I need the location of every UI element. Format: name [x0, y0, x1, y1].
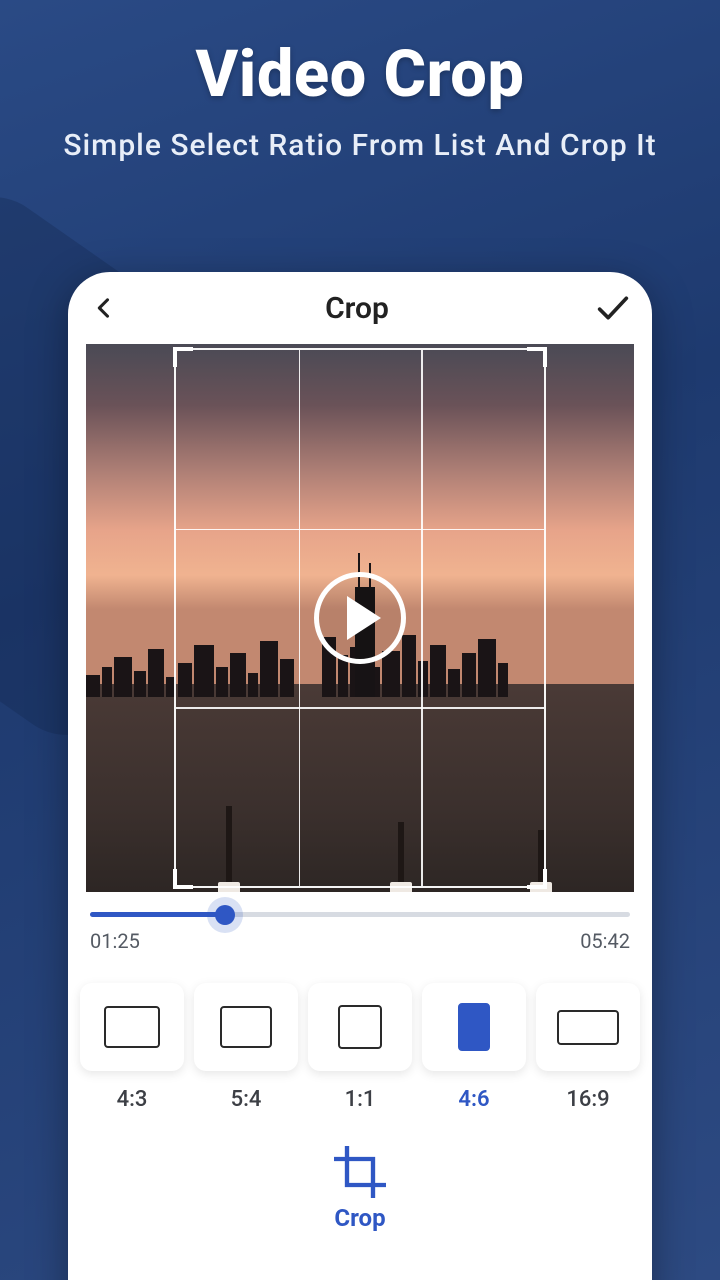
crop-gridline	[176, 707, 544, 709]
video-preview[interactable]	[86, 344, 634, 892]
ratio-option-4-6[interactable]: 4:6	[422, 983, 526, 1112]
ratio-option-16-9[interactable]: 16:9	[536, 983, 640, 1112]
crop-icon	[334, 1146, 386, 1198]
ratio-label: 4:3	[117, 1087, 148, 1112]
crop-tool[interactable]: Crop	[68, 1146, 652, 1232]
crop-tool-label: Crop	[334, 1204, 385, 1232]
play-button[interactable]	[314, 572, 406, 664]
confirm-button[interactable]	[596, 294, 630, 322]
top-bar: Crop	[68, 272, 652, 344]
ratio-label: 16:9	[566, 1087, 609, 1112]
ratio-list: 4:3 5:4 1:1 4:6 16:9	[80, 983, 640, 1112]
ratio-label: 4:6	[458, 1087, 489, 1112]
back-button[interactable]	[90, 294, 118, 322]
crop-gridline	[176, 529, 544, 531]
ratio-option-5-4[interactable]: 5:4	[194, 983, 298, 1112]
crop-handle-top-left[interactable]	[173, 347, 193, 367]
timeline: 01:25 05:42	[90, 912, 630, 953]
timeline-thumb[interactable]	[215, 905, 235, 925]
page-title: Crop	[325, 291, 389, 326]
ratio-icon	[338, 1005, 382, 1049]
crop-handle-top-right[interactable]	[527, 347, 547, 367]
ratio-option-4-3[interactable]: 4:3	[80, 983, 184, 1112]
crop-gridline	[299, 350, 301, 886]
ratio-label: 1:1	[345, 1087, 376, 1112]
timeline-track[interactable]	[90, 912, 630, 917]
ratio-option-1-1[interactable]: 1:1	[308, 983, 412, 1112]
app-frame: Crop	[68, 272, 652, 1280]
ratio-icon	[458, 1003, 490, 1051]
promo-title: Video Crop	[0, 36, 720, 112]
total-time: 05:42	[580, 929, 630, 953]
promo-subtitle: Simple Select Ratio From List And Crop I…	[0, 126, 720, 167]
ratio-icon	[557, 1010, 619, 1045]
play-icon	[347, 596, 381, 640]
timeline-progress	[90, 912, 225, 917]
crop-handle-bottom-left[interactable]	[173, 869, 193, 889]
crop-gridline	[421, 350, 423, 886]
ratio-icon	[220, 1006, 272, 1048]
crop-handle-bottom-right[interactable]	[527, 869, 547, 889]
current-time: 01:25	[90, 929, 140, 953]
ratio-icon	[104, 1006, 160, 1048]
ratio-label: 5:4	[231, 1087, 262, 1112]
